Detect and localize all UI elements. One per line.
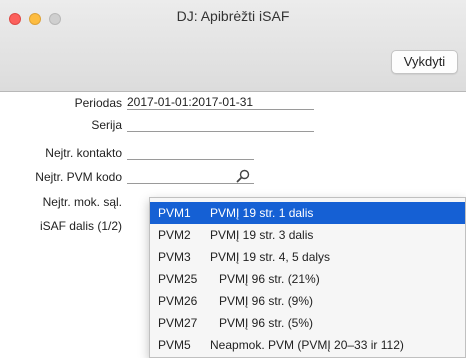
payment-terms-label: Nejtr. mok. sąl. [42, 195, 122, 209]
search-icon[interactable] [236, 169, 250, 183]
dropdown-option[interactable]: PVM1 PVMĮ 19 str. 1 dalis [150, 202, 465, 224]
option-code: PVM3 [158, 250, 191, 264]
option-desc: Neapmok. PVM (PVMĮ 20–33 ir 112) [210, 338, 404, 352]
option-code: PVM1 [158, 206, 191, 220]
option-code: PVM26 [158, 294, 198, 308]
option-desc: PVMĮ 19 str. 3 dalis [210, 228, 314, 242]
option-desc: PVMĮ 19 str. 1 dalis [210, 206, 314, 220]
define-isaf-window: DJ: Apibrėžti iSAF Vykdyti Periodas 2017… [0, 0, 466, 358]
dropdown-option[interactable]: PVM3 PVMĮ 19 str. 4, 5 dalys [150, 246, 465, 268]
option-code: PVM27 [158, 316, 198, 330]
series-field[interactable] [127, 118, 314, 132]
contact-label: Nejtr. kontakto [45, 146, 122, 160]
dropdown-option[interactable]: PVM27 PVMĮ 96 str. (5%) [150, 312, 465, 334]
option-code: PVM25 [158, 272, 198, 286]
vat-code-field[interactable] [127, 170, 254, 184]
dropdown-option[interactable]: PVM5 Neapmok. PVM (PVMĮ 20–33 ir 112) [150, 334, 465, 356]
option-desc: PVMĮ 96 str. (21%) [219, 272, 320, 286]
isaf-part-label: iSAF dalis (1/2) [39, 219, 122, 233]
contact-field[interactable] [127, 146, 254, 160]
period-label: Periodas [74, 96, 122, 110]
dropdown-option[interactable]: PVM2 PVMĮ 19 str. 3 dalis [150, 224, 465, 246]
option-code: PVM5 [158, 338, 191, 352]
option-desc: PVMĮ 96 str. (9%) [219, 294, 314, 308]
execute-button[interactable]: Vykdyti [391, 50, 458, 74]
option-desc: PVMĮ 19 str. 4, 5 dalys [210, 250, 331, 264]
series-label: Serija [91, 118, 122, 132]
option-desc: PVMĮ 96 str. (5%) [219, 316, 314, 330]
period-field[interactable]: 2017-01-01:2017-01-31 [127, 96, 314, 110]
vat-code-dropdown[interactable]: PVM1 PVMĮ 19 str. 1 dalis PVM2 PVMĮ 19 s… [149, 197, 466, 358]
dropdown-option[interactable]: PVM26 PVMĮ 96 str. (9%) [150, 290, 465, 312]
dropdown-option[interactable]: PVM25 PVMĮ 96 str. (21%) [150, 268, 465, 290]
title-bar: DJ: Apibrėžti iSAF Vykdyti [0, 0, 466, 92]
window-title: DJ: Apibrėžti iSAF [176, 8, 290, 24]
vat-code-label: Nejtr. PVM kodo [35, 170, 122, 184]
option-code: PVM2 [158, 228, 191, 242]
